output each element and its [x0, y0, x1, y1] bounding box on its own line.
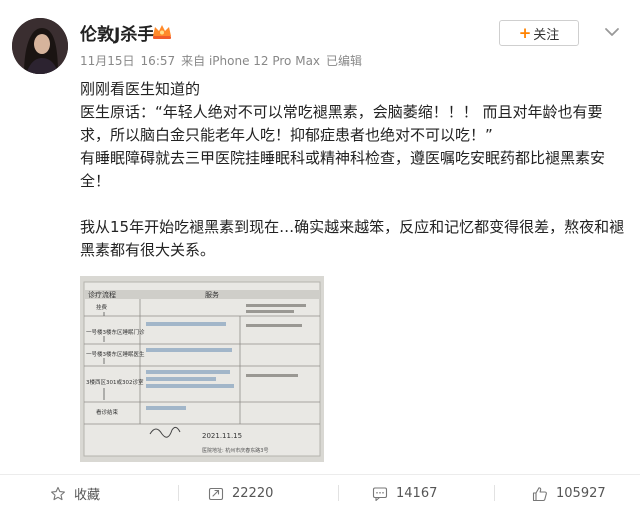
plus-icon: + [518, 24, 532, 42]
post-time: 16:57 [140, 54, 176, 68]
repost-count: 22220 [232, 486, 274, 501]
action-separator [178, 485, 179, 501]
chevron-down-icon[interactable] [600, 22, 624, 42]
form-step-4: 3楼西区301或302诊室 [86, 378, 144, 386]
form-header-left: 诊疗流程 [88, 290, 116, 299]
form-step-5: 看诊结束 [96, 408, 119, 416]
comment-icon [372, 486, 388, 501]
post-line-4: 我从15年开始吃褪黑素到现在…确实越来越笨，反应和记忆都变得很差，熬夜和褪黑素都… [80, 218, 625, 259]
comment-button[interactable]: 14167 [372, 476, 437, 511]
follow-label: 关注 [533, 27, 560, 43]
form-date: 2021.11.15 [202, 432, 242, 440]
repost-icon [208, 487, 224, 500]
attached-photo[interactable]: 诊疗流程 服务 挂费 一号楼3楼东区睡眠门诊 一号楼3楼东区睡眠医生 3楼西区3… [80, 276, 324, 462]
form-step-3: 一号楼3楼东区睡眠医生 [86, 350, 145, 358]
post-date: 11月15日 [80, 54, 135, 68]
form-footer: 医院地址: 杭州市庆春东路3号 [202, 447, 268, 454]
medical-form-image: 诊疗流程 服务 挂费 一号楼3楼东区睡眠门诊 一号楼3楼东区睡眠医生 3楼西区3… [80, 276, 324, 462]
comment-count: 14167 [396, 486, 438, 501]
edited-label[interactable]: 已编辑 [326, 54, 362, 68]
thumbs-up-icon [532, 486, 547, 501]
post-line-3: 有睡眠障碍就去三甲医院挂睡眠科或精神科检查，遵医嘱吃安眠药都比褪黑素安全！ [80, 149, 606, 190]
post-line-1: 刚刚看医生知道的 [80, 80, 201, 98]
action-separator [494, 485, 495, 501]
post-source[interactable]: 来自 iPhone 12 Pro Max [181, 54, 320, 68]
repost-button[interactable]: 22220 [208, 476, 273, 511]
favorite-button[interactable]: 收藏 [50, 476, 100, 511]
like-button[interactable]: 105927 [532, 476, 606, 511]
post-meta: 11月15日 16:57 来自 iPhone 12 Pro Max 已编辑 [80, 52, 368, 69]
form-step-2: 一号楼3楼东区睡眠门诊 [86, 328, 145, 336]
avatar-image [12, 18, 68, 74]
form-step-1: 挂费 [96, 303, 108, 311]
action-bar-divider [0, 474, 640, 475]
form-header-right: 服务 [205, 290, 219, 299]
post-line-2: 医生原话：“年轻人绝对不可以常吃褪黑素，会脑萎缩！！！ 而且对年龄也有要求，所以… [80, 103, 603, 144]
like-count: 105927 [556, 486, 606, 501]
avatar[interactable] [12, 18, 68, 74]
follow-button[interactable]: + 关注 [499, 20, 579, 46]
username[interactable]: 伦敦J杀手 [80, 20, 154, 45]
post-text: 刚刚看医生知道的 医生原话：“年轻人绝对不可以常吃褪黑素，会脑萎缩！！！ 而且对… [80, 78, 625, 262]
vip-crown-icon [153, 25, 171, 39]
weibo-post: 伦敦J杀手 11月15日 16:57 来自 iPhone 12 Pro Max 已编辑… [0, 0, 640, 511]
favorite-label: 收藏 [74, 488, 101, 503]
action-separator [338, 485, 339, 501]
star-icon [51, 486, 65, 500]
